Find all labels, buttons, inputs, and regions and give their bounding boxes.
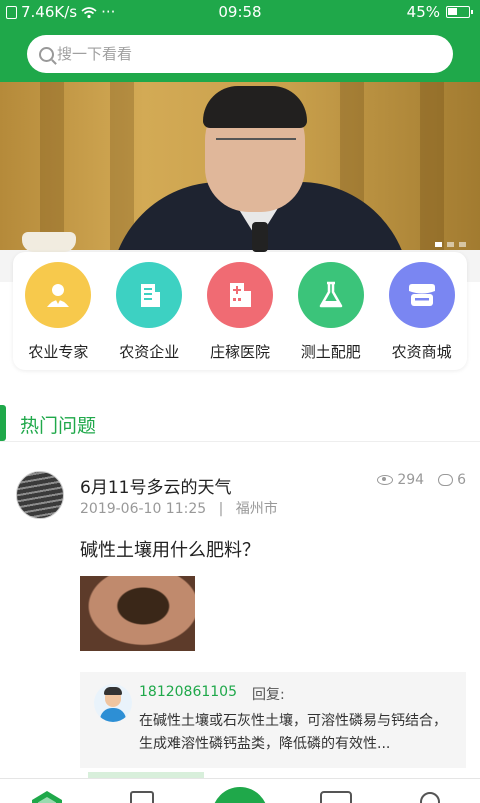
post-location: 福州市 — [235, 501, 278, 517]
status-right: 45% — [406, 3, 473, 21]
question-text[interactable]: 碱性土壤用什么肥料？ — [80, 536, 260, 562]
carousel-dot[interactable] — [435, 242, 442, 247]
category-label: 农资企业 — [119, 343, 180, 361]
search-bar[interactable] — [27, 35, 453, 73]
post-stats: 294 6 — [377, 472, 466, 488]
reply-label: 回复: — [252, 687, 285, 703]
category-label: 庄稼医院 — [209, 343, 270, 361]
speaker-glasses — [216, 138, 296, 154]
category-crop-hospital[interactable]: 庄稼医院 — [195, 252, 286, 370]
category-agri-enterprise[interactable]: 农资企业 — [104, 252, 195, 370]
comment-icon — [438, 474, 454, 486]
carousel-dot[interactable] — [459, 242, 466, 247]
category-label: 测土配肥 — [300, 343, 361, 361]
enterprise-building-icon — [116, 262, 183, 328]
avatar[interactable] — [16, 471, 64, 519]
store-icon — [388, 262, 455, 328]
bottom-nav — [0, 778, 480, 803]
message-icon[interactable] — [320, 791, 352, 803]
category-agri-expert[interactable]: 农业专家 — [13, 252, 104, 370]
category-agri-store[interactable]: 农资商城 — [376, 252, 467, 370]
carousel-indicator — [435, 242, 466, 247]
header — [0, 24, 480, 82]
document-icon[interactable] — [130, 791, 154, 803]
soil-photo[interactable] — [80, 576, 195, 651]
battery-icon — [446, 6, 473, 18]
avatar-hair — [104, 687, 122, 695]
post-datetime: 2019-06-10 11:25 — [80, 501, 207, 517]
reply-username[interactable]: 18120861105 — [139, 684, 237, 700]
post-title[interactable]: 6月11号多云的天气 — [80, 473, 231, 498]
category-label: 农资商城 — [391, 343, 452, 361]
status-bar: 7.46K/s ··· 09:58 45% — [0, 0, 480, 24]
question-post[interactable]: 6月11号多云的天气 2019-06-10 11:25 | 福州市 294 6 … — [0, 460, 480, 780]
comment-count: 6 — [457, 472, 466, 488]
battery-percent: 45% — [406, 3, 440, 21]
user-icon[interactable] — [420, 792, 440, 803]
section-accent-bar — [0, 405, 6, 441]
post-meta: 2019-06-10 11:25 | 福州市 — [80, 498, 278, 518]
flask-icon — [297, 262, 364, 328]
reply-preview[interactable]: 18120861105 回复: 在碱性土壤或石灰性土壤，可溶性磷易与钙结合，生成… — [80, 672, 466, 768]
hot-questions-header: 热门问题 — [0, 402, 480, 442]
app-screen: 7.46K/s ··· 09:58 45% 搜一下看看 农业专家 农资企业 庄稼… — [0, 0, 480, 803]
search-icon — [39, 46, 54, 62]
speaker-hair — [203, 86, 307, 128]
microphone — [252, 222, 268, 252]
tea-cup — [22, 232, 76, 252]
reply-avatar — [94, 684, 132, 722]
meta-separator: | — [218, 501, 224, 517]
section-title: 热门问题 — [20, 415, 97, 437]
hospital-icon — [206, 262, 273, 328]
category-menu: 农业专家 农资企业 庄稼医院 测土配肥 农资商城 — [13, 252, 467, 370]
avatar-body — [100, 708, 126, 722]
reply-text: 在碱性土壤或石灰性土壤，可溶性磷易与钙结合，生成难溶性磷钙盐类，降低磷的有效性.… — [139, 713, 447, 752]
carousel-dot[interactable] — [447, 242, 454, 247]
view-count: 294 — [397, 472, 425, 488]
eye-icon — [377, 475, 394, 485]
category-label: 农业专家 — [28, 343, 89, 361]
category-soil-testing[interactable]: 测土配肥 — [285, 252, 376, 370]
ask-question-button[interactable] — [212, 787, 268, 803]
search-input[interactable] — [57, 45, 417, 63]
expert-icon — [25, 262, 92, 328]
